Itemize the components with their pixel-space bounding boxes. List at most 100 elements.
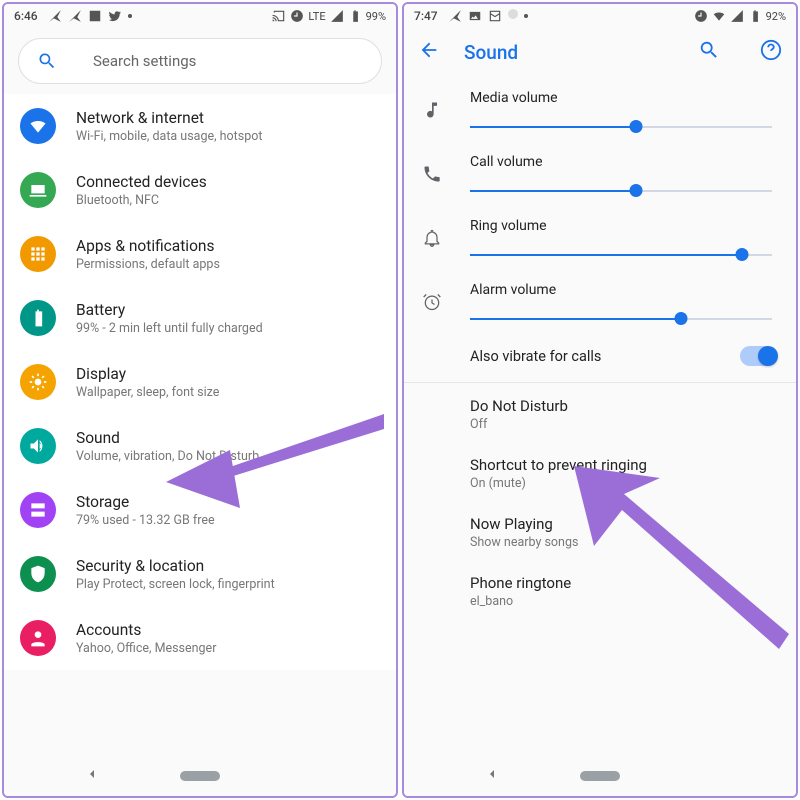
apps-icon [20,236,56,272]
settings-item-storage[interactable]: Storage 79% used - 13.32 GB free [4,478,396,542]
row-subtitle: el_bano [470,594,776,609]
row-label: Do Not Disturb [470,397,776,415]
youtube-icon [88,9,102,23]
search-button[interactable] [698,39,720,65]
item-label: Sound [76,429,259,447]
battery-icon [348,9,362,23]
status-battery: 92% [766,10,786,23]
signal-icon [330,9,344,23]
item-subtitle: Permissions, default apps [76,257,220,272]
search-settings[interactable]: Search settings [18,38,382,84]
slider-track[interactable] [470,120,772,134]
row-label: Phone ringtone [470,574,776,592]
settings-item-apps[interactable]: Apps & notifications Permissions, defaul… [4,222,396,286]
clock-icon [694,9,708,23]
mail-icon [488,9,502,23]
item-subtitle: Bluetooth, NFC [76,193,207,208]
nav-home[interactable] [580,771,620,781]
nav-home[interactable] [180,771,220,781]
search-placeholder: Search settings [93,52,196,70]
item-subtitle: Wi-Fi, mobile, data usage, hotspot [76,129,262,144]
item-subtitle: Play Protect, screen lock, fingerprint [76,577,275,592]
status-left-icons [448,9,528,23]
item-subtitle: Volume, vibration, Do Not Disturb [76,449,259,464]
divider [404,382,796,383]
nav-bar [404,756,796,796]
slider-label: Alarm volume [470,282,772,298]
item-label: Display [76,365,219,383]
slider-track[interactable] [470,312,772,326]
slider-alarm: Alarm volume [404,268,796,332]
sound-row[interactable]: Shortcut to prevent ringing On (mute) [404,444,796,503]
settings-item-account[interactable]: Accounts Yahoo, Office, Messenger [4,606,396,670]
settings-item-battery[interactable]: Battery 99% - 2 min left until fully cha… [4,286,396,350]
sound-row[interactable]: Now Playing Show nearby songs [404,503,796,562]
item-subtitle: Yahoo, Office, Messenger [76,641,216,656]
item-label: Battery [76,301,263,319]
twitter-icon [108,9,122,23]
nav-back[interactable] [484,766,500,786]
nav-back[interactable] [84,766,100,786]
vibrate-switch[interactable] [740,346,776,366]
sound-list: Media volume Call volume Ring volume [404,76,796,332]
status-time: 6:46 [14,9,38,23]
storage-icon [20,492,56,528]
slider-track[interactable] [470,248,772,262]
item-label: Security & location [76,557,275,575]
slider-label: Ring volume [470,218,772,234]
vibrate-toggle-row[interactable]: Also vibrate for calls [404,332,796,380]
status-time: 7:47 [414,9,438,23]
item-label: Network & internet [76,109,262,127]
settings-item-wifi[interactable]: Network & internet Wi-Fi, mobile, data u… [4,94,396,158]
status-left-icons [48,9,132,23]
nav-bar [4,756,396,796]
sound-row[interactable]: Do Not Disturb Off [404,385,796,444]
settings-list: Network & internet Wi-Fi, mobile, data u… [4,90,396,670]
item-label: Accounts [76,621,216,639]
slider-label: Media volume [470,90,772,106]
status-right-icons: 92% [694,9,786,23]
header-title: Sound [464,41,518,64]
clock-icon [290,9,304,23]
row-subtitle: Show nearby songs [470,535,776,550]
status-right-icons: LTE 99% [272,9,386,23]
search-icon [37,51,57,71]
wifi-icon [712,9,726,23]
item-label: Connected devices [76,173,207,191]
help-button[interactable] [760,39,782,65]
security-icon [20,556,56,592]
slider-phone: Call volume [404,140,796,204]
music-icon [422,100,444,124]
status-bar: 6:46 LTE 99% [4,4,396,28]
settings-item-security[interactable]: Security & location Play Protect, screen… [4,542,396,606]
dot-icon [524,14,528,18]
status-battery: 99% [366,10,386,23]
slider-music: Media volume [404,76,796,140]
sound-row[interactable]: Phone ringtone el_bano [404,562,796,621]
phone-icon [422,164,444,188]
signal-icon [730,9,744,23]
slider-bell: Ring volume [404,204,796,268]
settings-item-devices[interactable]: Connected devices Bluetooth, NFC [4,158,396,222]
back-button[interactable] [418,39,440,65]
item-subtitle: 99% - 2 min left until fully charged [76,321,263,336]
near-icon [68,9,82,23]
brightness-icon [20,364,56,400]
left-phone-settings: 6:46 LTE 99% Search settings Network & i… [2,2,398,798]
dot-icon [128,14,132,18]
account-icon [20,620,56,656]
settings-item-volume[interactable]: Sound Volume, vibration, Do Not Disturb [4,414,396,478]
status-bar: 7:47 92% [404,4,796,28]
item-subtitle: Wallpaper, sleep, font size [76,385,219,400]
battery-icon [748,9,762,23]
volume-icon [20,428,56,464]
battery-icon [20,300,56,336]
devices-icon [20,172,56,208]
item-subtitle: 79% used - 13.32 GB free [76,513,215,528]
row-label: Now Playing [470,515,776,533]
dot-icon [508,9,518,19]
status-network: LTE [308,10,325,23]
bell-icon [422,228,444,252]
settings-item-brightness[interactable]: Display Wallpaper, sleep, font size [4,350,396,414]
slider-track[interactable] [470,184,772,198]
